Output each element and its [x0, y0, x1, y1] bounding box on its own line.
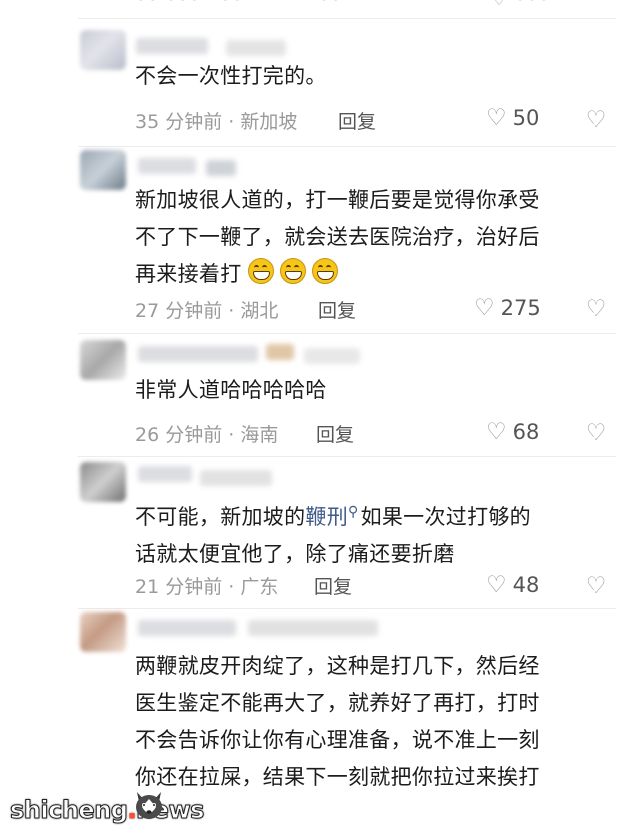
like-button[interactable]: ♡ 48	[486, 572, 539, 598]
heart-icon: ♡	[474, 295, 495, 321]
username-blurred[interactable]	[138, 466, 192, 482]
avatar[interactable]	[80, 340, 126, 380]
comment-location: 湖北	[240, 300, 279, 322]
meta-separator: ·	[222, 424, 241, 446]
meta-separator: ·	[222, 300, 241, 322]
dislike-broken-heart-icon[interactable]: ♡	[584, 574, 608, 598]
blurred-likes: ♡ ◦◦◦	[490, 0, 550, 10]
heart-icon: ♡	[486, 572, 507, 598]
avatar[interactable]	[80, 612, 126, 652]
username-blurred-3	[304, 348, 360, 364]
comment-text-before: 不可能，新加坡的	[135, 505, 306, 529]
comment-location: 海南	[240, 424, 279, 446]
reply-button[interactable]: 回复	[316, 420, 354, 447]
like-count: 50	[512, 106, 540, 130]
grin-emoji-icon	[279, 258, 306, 284]
like-button[interactable]: ♡ 50	[486, 105, 539, 131]
username-blurred[interactable]	[138, 620, 236, 636]
grin-emoji-icon	[247, 258, 274, 284]
dislike-broken-heart-icon[interactable]: ♡	[584, 108, 608, 132]
comment-meta: 21 分钟前 · 广东	[135, 572, 278, 599]
comment-text: 不可能，新加坡的鞭刑⚲如果一次过打够的 话就太便宜他了，除了痛还要折磨	[135, 494, 531, 573]
meta-separator: ·	[222, 111, 241, 133]
search-icon[interactable]: ⚲	[348, 504, 359, 520]
username-blurred-2	[226, 40, 286, 56]
watermark-part1: shicheng	[9, 796, 128, 825]
previous-comment-footer: ◦◦ ◦◦◦ · ◦◦ ◦◦ ♡ ◦◦◦	[0, 0, 634, 10]
keyword-search-link[interactable]: 鞭刑	[305, 505, 348, 529]
comment-meta: 35 分钟前 · 新加坡	[135, 107, 297, 134]
avatar[interactable]	[80, 150, 126, 190]
username-blurred-2	[206, 160, 236, 176]
username-blurred[interactable]	[136, 38, 208, 54]
divider	[78, 18, 616, 19]
divider	[78, 456, 616, 457]
like-count: 275	[500, 296, 541, 320]
divider	[78, 333, 616, 334]
comment-text: 不会一次性打完的。	[135, 64, 327, 88]
dislike-broken-heart-icon[interactable]: ♡	[584, 421, 608, 445]
husky-logo-icon	[136, 792, 162, 819]
comment-time: 21 分钟前	[135, 576, 223, 598]
comment-time: 35 分钟前	[135, 111, 223, 133]
like-button[interactable]: ♡ 275	[474, 295, 541, 321]
reply-button[interactable]: 回复	[318, 296, 356, 323]
meta-separator: ·	[222, 576, 241, 598]
reply-button[interactable]: 回复	[338, 107, 376, 134]
like-button[interactable]: ♡ 68	[486, 419, 539, 445]
username-blurred[interactable]	[138, 346, 258, 362]
blurred-meta: ◦◦ ◦◦◦ · ◦◦	[135, 0, 243, 10]
username-blurred[interactable]	[138, 158, 196, 174]
comment-text: 两鞭就皮开肉绽了，这种是打几下，然后经 医生鉴定不能再大了，就养好了再打，打时 …	[135, 654, 540, 789]
comment-time: 26 分钟前	[135, 424, 223, 446]
comment-meta: 27 分钟前 · 湖北	[135, 296, 278, 323]
comment-text: 非常人道哈哈哈哈哈	[135, 378, 327, 402]
divider	[78, 146, 616, 147]
like-count: 48	[512, 573, 540, 597]
heart-icon: ♡	[486, 105, 507, 131]
comment-location: 新加坡	[240, 111, 298, 133]
username-blurred-2	[248, 620, 378, 636]
comment-text: 新加坡很人道的，打一鞭后要是觉得你承受 不了下一鞭了，就会送去医院治疗，治好后 …	[135, 182, 540, 293]
grin-emoji-icon	[311, 258, 338, 284]
blurred-reply: ◦◦	[318, 0, 342, 10]
dislike-broken-heart-icon[interactable]: ♡	[584, 297, 608, 321]
comment-meta: 26 分钟前 · 海南	[135, 420, 278, 447]
reply-button[interactable]: 回复	[314, 572, 352, 599]
comment-time: 27 分钟前	[135, 300, 223, 322]
avatar[interactable]	[80, 30, 126, 70]
divider	[78, 608, 616, 609]
username-blurred-2	[200, 470, 272, 486]
avatar[interactable]	[80, 462, 126, 502]
watermark: shicheng.news	[9, 796, 204, 825]
comment-location: 广东	[240, 576, 279, 598]
like-count: 68	[512, 420, 540, 444]
username-blurred-2	[266, 344, 294, 360]
heart-icon: ♡	[486, 419, 507, 445]
